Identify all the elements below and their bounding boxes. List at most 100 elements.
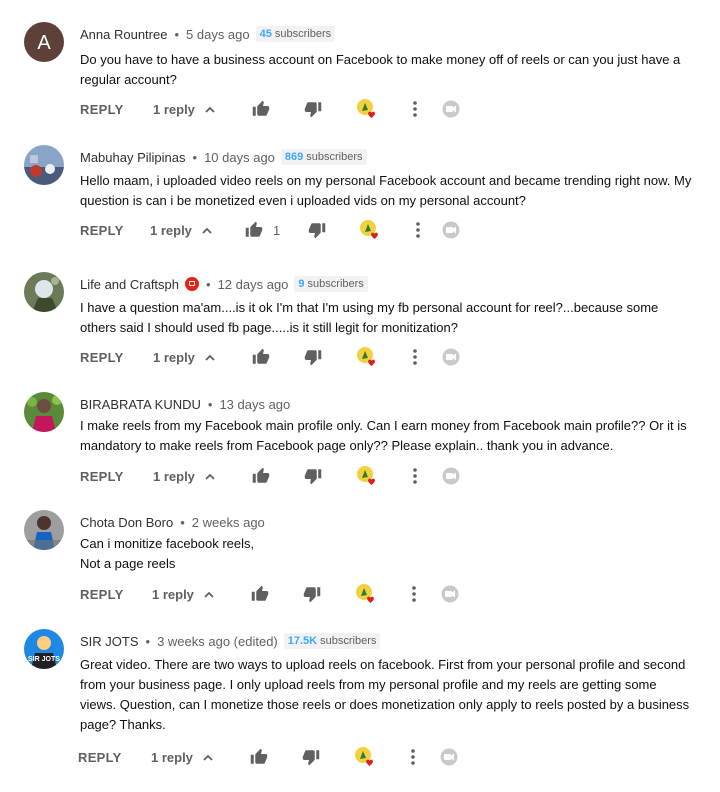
reply-button[interactable]: REPLY [80, 215, 124, 245]
promote-icon[interactable] [441, 579, 459, 609]
comment-actions: REPLY 1 reply [80, 342, 480, 372]
comment-actions: REPLY 1 reply [80, 579, 480, 609]
comment-author[interactable]: Anna Rountree [80, 27, 167, 42]
chevron-up-icon [205, 102, 215, 116]
comment-time[interactable]: 2 weeks ago [192, 515, 265, 530]
comment-text-line: Hello maam, i uploaded video reels on my… [80, 173, 692, 188]
view-replies-button[interactable]: 1 reply [150, 215, 212, 245]
subscriber-label: subscribers [274, 28, 332, 40]
separator: • [180, 514, 185, 530]
subscriber-count: 17.5K [287, 635, 318, 647]
thumbs-up-icon[interactable] [252, 94, 270, 124]
view-replies-button[interactable]: 1 reply [153, 342, 215, 372]
avatar[interactable] [24, 272, 64, 312]
reply-count-label: 1 reply [150, 222, 192, 238]
comment-time[interactable]: 13 days ago [219, 397, 290, 412]
subscriber-count: 869 [284, 151, 304, 163]
subscriber-count: 45 [259, 28, 272, 40]
comment-time[interactable]: 12 days ago [218, 277, 289, 292]
like-count: 1 [273, 222, 281, 238]
comment-time[interactable]: 3 weeks ago (edited) [157, 634, 278, 649]
separator: • [192, 149, 198, 165]
view-replies-button[interactable]: 1 reply [151, 742, 213, 772]
comment-time[interactable]: 5 days ago [186, 27, 250, 42]
comment-text-line: Not a page reels [80, 556, 176, 571]
comment-actions: REPLY 1 reply [80, 461, 480, 491]
subscriber-label: subscribers [320, 635, 377, 647]
subscriber-badge: 45 subscribers [255, 26, 336, 42]
creator-heart-icon[interactable] [356, 342, 378, 372]
comment-author[interactable]: SIR JOTS [80, 634, 139, 649]
reply-button[interactable]: REPLY [80, 342, 124, 372]
promote-icon[interactable] [442, 215, 460, 245]
comment-text: Do you have to have a business account o… [80, 50, 692, 90]
avatar[interactable] [24, 145, 64, 185]
promote-icon[interactable] [442, 461, 460, 491]
subscriber-badge: 869 subscribers [280, 149, 367, 165]
creator-heart-icon[interactable] [356, 461, 378, 491]
thumbs-up-icon[interactable] [252, 342, 270, 372]
creator-heart-icon[interactable] [356, 94, 378, 124]
more-vert-icon[interactable] [412, 579, 416, 609]
avatar[interactable] [24, 510, 64, 550]
separator: • [206, 276, 211, 292]
reply-button[interactable]: REPLY [80, 579, 124, 609]
thumbs-up-icon[interactable] [250, 742, 268, 772]
thumbs-up-icon[interactable] [251, 579, 269, 609]
comment-time[interactable]: 10 days ago [204, 150, 275, 165]
avatar[interactable] [24, 392, 64, 432]
comment-text-line: mandatory to make reels from Facebook pa… [80, 438, 614, 453]
reply-count-label: 1 reply [153, 101, 195, 117]
comment-author[interactable]: Chota Don Boro [80, 515, 173, 530]
thumbs-down-icon[interactable] [303, 579, 321, 609]
comment-text-line: question is can i be monetized even i up… [80, 193, 526, 208]
comment-text: Hello maam, i uploaded video reels on my… [80, 171, 692, 211]
comment-actions: REPLY 1 reply 1 [80, 215, 480, 245]
chevron-up-icon [202, 223, 212, 237]
creator-heart-icon[interactable] [354, 742, 376, 772]
view-replies-button[interactable]: 1 reply [153, 94, 215, 124]
more-vert-icon[interactable] [416, 215, 420, 245]
reply-button[interactable]: REPLY [78, 742, 122, 772]
more-vert-icon[interactable] [413, 342, 417, 372]
comment-author[interactable]: Life and Craftsph [80, 277, 179, 292]
comment-text-line: Great video. There are two ways to uploa… [80, 657, 686, 672]
promote-icon[interactable] [440, 742, 458, 772]
comment-author[interactable]: Mabuhay Pilipinas [80, 150, 186, 165]
thumbs-down-icon[interactable] [302, 742, 320, 772]
reply-button[interactable]: REPLY [80, 94, 124, 124]
comment-text-line: I make reels from my Facebook main profi… [80, 418, 687, 433]
reply-count-label: 1 reply [153, 349, 195, 365]
subscriber-badge: 9 subscribers [294, 276, 368, 292]
thumbs-up-icon[interactable]: 1 [245, 215, 280, 245]
separator: • [145, 633, 151, 649]
reply-button[interactable]: REPLY [80, 461, 124, 491]
avatar[interactable]: A [24, 22, 64, 62]
thumbs-down-icon[interactable] [304, 342, 322, 372]
separator: • [207, 396, 213, 412]
owner-badge-icon [185, 277, 200, 291]
comment-actions: REPLY 1 reply [78, 742, 480, 772]
thumbs-down-icon[interactable] [304, 94, 322, 124]
more-vert-icon[interactable] [413, 461, 417, 491]
avatar[interactable]: SIR JOTS [24, 629, 64, 669]
view-replies-button[interactable]: 1 reply [153, 461, 215, 491]
comment-text-line: Do you have to have a business account o… [80, 52, 681, 67]
comment-text-line: Can i monitize facebook reels, [80, 536, 255, 551]
comment-text: I have a question ma'am....is it ok I'm … [80, 298, 692, 338]
comment-text-line: page? Thanks. [80, 717, 166, 732]
more-vert-icon[interactable] [413, 94, 417, 124]
creator-heart-icon[interactable] [355, 579, 377, 609]
thumbs-down-icon[interactable] [304, 461, 322, 491]
thumbs-up-icon[interactable] [252, 461, 270, 491]
promote-icon[interactable] [442, 342, 460, 372]
subscriber-label: subscribers [307, 278, 364, 290]
more-vert-icon[interactable] [411, 742, 415, 772]
avatar-letter: A [37, 32, 51, 54]
comment-author[interactable]: BIRABRATA KUNDU [80, 397, 201, 412]
promote-icon[interactable] [442, 94, 460, 124]
creator-heart-icon[interactable] [359, 215, 381, 245]
subscriber-badge: 17.5K subscribers [283, 633, 381, 649]
thumbs-down-icon[interactable] [308, 215, 326, 245]
view-replies-button[interactable]: 1 reply [152, 579, 214, 609]
